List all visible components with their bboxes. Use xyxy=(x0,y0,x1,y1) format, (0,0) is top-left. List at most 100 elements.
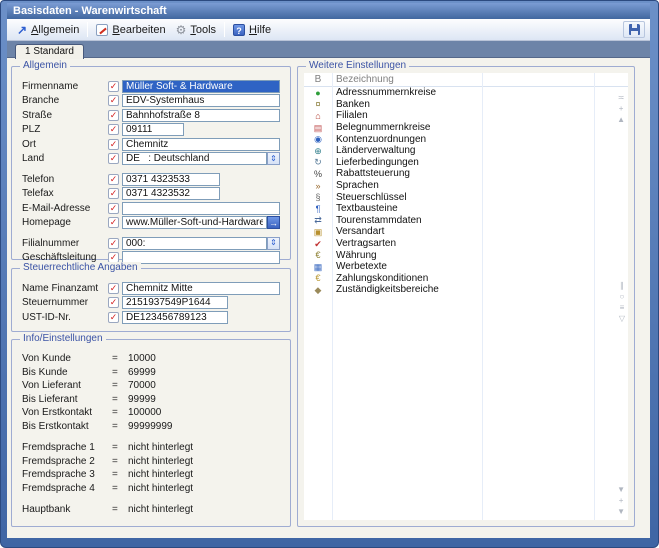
edit-check-icon[interactable]: ✓ xyxy=(108,188,119,199)
account-assignments-icon: ◉ xyxy=(304,134,332,144)
gesch-ftsleitung-field[interactable] xyxy=(122,251,280,264)
menu-label: Bearbeiten xyxy=(112,24,165,36)
homepage-field[interactable] xyxy=(122,216,267,229)
list-item[interactable]: %Rabattsteuerung xyxy=(304,168,628,180)
edit-check-icon[interactable]: ✓ xyxy=(108,124,119,135)
scroll-bottom-icon[interactable]: ▼ xyxy=(617,507,625,516)
menu-toolbar: ↗ Allgemein Bearbeiten ⚙ Tools ? Hilfe xyxy=(7,19,650,41)
routes-icon: ⇄ xyxy=(304,215,332,225)
list-item[interactable]: ⌂Filialen xyxy=(304,110,628,122)
toolbar-separator xyxy=(224,22,225,37)
scroll-up-icon[interactable]: ▲ xyxy=(617,115,625,124)
field-label: Filialnummer xyxy=(22,238,108,249)
column-header-bezeichnung[interactable]: Bezeichnung xyxy=(332,74,394,85)
list-item[interactable]: ▣Versandart xyxy=(304,226,628,238)
edit-check-icon[interactable]: ✓ xyxy=(108,238,119,249)
list-item-label: Rabattsteuerung xyxy=(332,168,410,179)
edit-check-icon[interactable]: ✓ xyxy=(108,174,119,185)
field-row: Telefax✓ xyxy=(22,187,284,202)
list-item[interactable]: ⇄Tourenstammdaten xyxy=(304,215,628,227)
info-row: Fremdsprache 2=nicht hinterlegt xyxy=(22,455,284,469)
list-item[interactable]: €Währung xyxy=(304,249,628,261)
list-header: B Bezeichnung xyxy=(304,73,628,87)
list-item[interactable]: ●Adressnummernkreise xyxy=(304,87,628,99)
info-label: Fremdsprache 1 xyxy=(22,442,112,453)
list-item-label: Tourenstammdaten xyxy=(332,215,422,226)
edit-check-icon[interactable]: ✓ xyxy=(108,81,119,92)
list-item[interactable]: §Steuerschlüssel xyxy=(304,191,628,203)
save-button[interactable] xyxy=(623,21,645,38)
scroll-down-icon[interactable]: ▼ xyxy=(617,485,625,494)
menu-tools[interactable]: ⚙ Tools xyxy=(171,22,221,38)
add-row-icon[interactable]: + xyxy=(619,104,624,113)
steuernummer-field[interactable] xyxy=(122,296,228,309)
sort-icon[interactable]: ≡ xyxy=(620,303,625,312)
edit-check-icon[interactable]: ✓ xyxy=(108,139,119,150)
plz-field[interactable] xyxy=(122,123,184,136)
scroll-top-icon[interactable]: ≍ xyxy=(618,93,625,102)
menu-label: Allgemein xyxy=(31,24,79,36)
column-divider xyxy=(332,73,333,520)
add-icon[interactable]: + xyxy=(619,496,624,505)
list-item[interactable]: ◉Kontenzuordnungen xyxy=(304,133,628,145)
search-icon[interactable]: ○ xyxy=(620,292,625,301)
e-mail-adresse-field[interactable] xyxy=(122,202,280,215)
open-link-button[interactable]: → xyxy=(267,216,280,229)
list-item[interactable]: ▦Werbetexte xyxy=(304,261,628,273)
stra-e-field[interactable] xyxy=(122,109,280,122)
edit-check-icon[interactable]: ✓ xyxy=(108,312,119,323)
menu-allgemein[interactable]: ↗ Allgemein xyxy=(12,22,84,38)
info-row: Fremdsprache 4=nicht hinterlegt xyxy=(22,482,284,496)
firmenname-field[interactable] xyxy=(122,80,280,93)
list-item[interactable]: €Zahlungskonditionen xyxy=(304,273,628,285)
tab-standard[interactable]: 1 Standard xyxy=(15,44,84,59)
telefax-field[interactable] xyxy=(122,187,220,200)
field-label: Land xyxy=(22,153,108,164)
ust-id-nr-field[interactable] xyxy=(122,311,228,324)
menu-hilfe[interactable]: ? Hilfe xyxy=(228,22,276,38)
edit-check-icon[interactable]: ✓ xyxy=(108,297,119,308)
info-label: Von Erstkontakt xyxy=(22,407,112,418)
list-item[interactable]: ⊕Länderverwaltung xyxy=(304,145,628,157)
edit-check-icon[interactable]: ✓ xyxy=(108,95,119,106)
list-item[interactable]: ✔Vertragsarten xyxy=(304,238,628,250)
column-divider xyxy=(482,73,483,520)
land-field[interactable] xyxy=(122,152,267,165)
list-item[interactable]: ¤Banken xyxy=(304,99,628,111)
steuer-groupbox: Steuerrechtliche Angaben Name Finanzamt✓… xyxy=(11,268,291,332)
list-item[interactable]: »Sprachen xyxy=(304,180,628,192)
edit-check-icon[interactable]: ✓ xyxy=(108,217,119,228)
list-item[interactable]: ¶Textbausteine xyxy=(304,203,628,215)
edit-check-icon[interactable]: ✓ xyxy=(108,110,119,121)
branches-icon: ⌂ xyxy=(304,111,332,121)
info-value: 69999 xyxy=(128,367,156,378)
currency-icon: € xyxy=(304,250,332,260)
info-label: Fremdsprache 3 xyxy=(22,469,112,480)
field-row: Ort✓ xyxy=(22,137,284,152)
list-item[interactable]: ▤Belegnummernkreise xyxy=(304,122,628,134)
clip-icon[interactable]: ∥ xyxy=(620,281,624,290)
column-header-b[interactable]: B xyxy=(304,74,332,85)
menu-bearbeiten[interactable]: Bearbeiten xyxy=(91,22,170,38)
dropdown-button[interactable]: ⇕ xyxy=(267,237,280,250)
dropdown-button[interactable]: ⇕ xyxy=(267,152,280,165)
field-row: Filialnummer✓ ⇕ xyxy=(22,236,284,251)
field-label: Firmenname xyxy=(22,81,108,92)
list-item[interactable]: ◆Zuständigkeitsbereiche xyxy=(304,284,628,296)
telefon-field[interactable] xyxy=(122,173,220,186)
field-row: UST-ID-Nr.✓ xyxy=(22,310,284,325)
info-value: nicht hinterlegt xyxy=(128,504,193,515)
name-finanzamt-field[interactable] xyxy=(122,282,280,295)
filialnummer-field[interactable] xyxy=(122,237,267,250)
ort-field[interactable] xyxy=(122,138,280,151)
list-item[interactable]: ↻Lieferbedingungen xyxy=(304,157,628,169)
list-item-label: Währung xyxy=(332,250,377,261)
filter-icon[interactable]: ▽ xyxy=(619,314,625,323)
edit-check-icon[interactable]: ✓ xyxy=(108,283,119,294)
branche-field[interactable] xyxy=(122,94,280,107)
weitere-einstellungen-groupbox: Weitere Einstellungen B Bezeichnung ●Adr… xyxy=(297,66,635,527)
field-label: UST-ID-Nr. xyxy=(22,312,108,323)
edit-check-icon[interactable]: ✓ xyxy=(108,203,119,214)
edit-check-icon[interactable]: ✓ xyxy=(108,153,119,164)
field-label: Branche xyxy=(22,95,108,106)
